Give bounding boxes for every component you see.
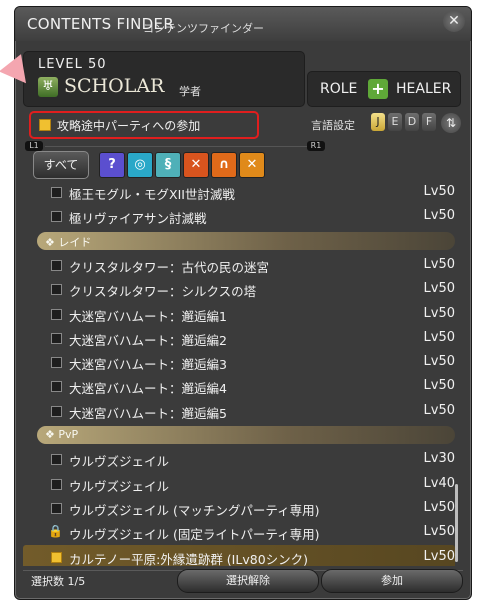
duty-level: Lv50	[423, 524, 455, 539]
filter-divider	[45, 146, 309, 147]
duty-checkbox[interactable]	[51, 284, 62, 295]
category-header: ❖ PvP	[37, 426, 455, 444]
raid-icon[interactable]: ∩	[211, 152, 237, 178]
language-f-button[interactable]: F	[422, 113, 436, 131]
l1-hint-badge: L1	[25, 141, 43, 151]
pvp-icon[interactable]: ✕	[239, 152, 265, 178]
scholar-job-icon: ♅	[38, 77, 58, 97]
category-header-label: ❖ レイド	[45, 236, 92, 249]
guildhest-icon[interactable]: §	[155, 152, 181, 178]
duty-checkbox[interactable]	[51, 309, 62, 320]
duty-level: Lv50	[423, 378, 455, 393]
duty-level: Lv30	[423, 451, 455, 466]
duty-checkbox[interactable]	[51, 406, 62, 417]
selection-count: 選択数 1/5	[31, 575, 86, 588]
job-panel: LEVEL 50 ♅ SCHOLAR 学者	[23, 51, 305, 107]
language-d-button[interactable]: D	[405, 113, 419, 131]
join-in-progress-option[interactable]: 攻略途中パーティへの参加	[29, 111, 259, 139]
duty-row[interactable]: 大迷宮バハムート：邂逅編4 Lv50	[23, 374, 455, 398]
roulette-icon[interactable]: ?	[99, 152, 125, 178]
duty-level: Lv50	[423, 281, 455, 296]
lock-icon: 🔒	[48, 524, 63, 538]
duty-level: Lv50	[423, 257, 455, 272]
join-in-progress-checkbox[interactable]	[39, 119, 51, 131]
job-name-jp: 学者	[179, 85, 201, 98]
language-e-button[interactable]: E	[388, 113, 402, 131]
duty-level: Lv50	[423, 354, 455, 369]
duty-level: Lv50	[423, 500, 455, 515]
duty-checkbox[interactable]	[51, 503, 62, 514]
duty-name: ウルヴズジェイル (固定ライトパーティ専用)	[69, 527, 320, 542]
duty-row[interactable]: クリスタルタワー：古代の民の迷宮 Lv50	[23, 253, 455, 277]
duty-name: 極王モグル・モグXII世討滅戦	[69, 187, 235, 202]
duty-checkbox[interactable]	[51, 479, 62, 490]
duty-row[interactable]: ウルヴズジェイル Lv30	[23, 447, 455, 471]
close-icon[interactable]: ✕	[443, 10, 465, 32]
duty-row[interactable]: ウルヴズジェイル Lv40	[23, 472, 455, 496]
category-header: ❖ レイド	[37, 232, 455, 250]
sort-icon[interactable]: ⇅	[441, 113, 461, 133]
duty-level: Lv50	[423, 549, 455, 564]
duty-list: 極王モグル・モグXII世討滅戦 Lv50 極リヴァイアサン討滅戦 Lv50 ❖ レイドク…	[23, 180, 463, 566]
duty-name: 大迷宮バハムート：邂逅編4	[69, 381, 227, 396]
duty-checkbox[interactable]	[51, 211, 62, 222]
dungeon-icon[interactable]: ◎	[127, 152, 153, 178]
window-subtitle: コンテンツファインダー	[143, 22, 264, 35]
duty-checkbox[interactable]	[51, 187, 62, 198]
duty-level: Lv50	[423, 306, 455, 321]
duty-checkbox[interactable]	[51, 357, 62, 368]
duty-name: ウルヴズジェイル	[69, 454, 170, 469]
job-name: SCHOLAR	[64, 75, 165, 97]
duty-level: Lv50	[423, 208, 455, 223]
duty-name: 大迷宮バハムート：邂逅編2	[69, 333, 227, 348]
role-name: HEALER	[396, 81, 452, 97]
duty-row[interactable]: 極王モグル・モグXII世討滅戦 Lv50	[23, 180, 455, 204]
duty-name: ウルヴズジェイル (マッチングパーティ専用)	[69, 503, 320, 518]
duty-row[interactable]: ウルヴズジェイル (マッチングパーティ専用) Lv50	[23, 496, 455, 520]
duty-row[interactable]: 大迷宮バハムート：邂逅編5 Lv50	[23, 399, 455, 423]
duty-level: Lv50	[423, 403, 455, 418]
duty-row[interactable]: 大迷宮バハムート：邂逅編3 Lv50	[23, 350, 455, 374]
list-scrollbar[interactable]	[455, 484, 458, 562]
r1-hint-badge: R1	[307, 141, 325, 151]
clear-selection-button[interactable]: 選択解除	[177, 569, 319, 593]
role-panel: ROLE + HEALER	[307, 71, 461, 107]
join-button[interactable]: 参加	[321, 569, 463, 593]
duty-row[interactable]: クリスタルタワー：シルクスの塔 Lv50	[23, 277, 455, 301]
language-j-button[interactable]: J	[371, 113, 385, 131]
duty-checkbox[interactable]	[51, 381, 62, 392]
duty-name: 大迷宮バハムート：邂逅編5	[69, 406, 227, 421]
duty-checkbox[interactable]	[51, 552, 62, 563]
duty-name: クリスタルタワー：シルクスの塔	[69, 284, 257, 299]
duty-level: Lv40	[423, 476, 455, 491]
duty-level: Lv50	[423, 184, 455, 199]
duty-name: ウルヴズジェイル	[69, 479, 170, 494]
title-bar[interactable]: CONTENTS FINDER コンテンツファインダー ✕	[15, 7, 471, 41]
duty-row[interactable]: カルテノー平原:外縁遺跡群 (ILv80シンク) Lv50	[23, 545, 455, 566]
language-settings-label: 言語設定	[311, 119, 355, 132]
duty-row[interactable]: 大迷宮バハムート：邂逅編1 Lv50	[23, 302, 455, 326]
duty-name: クリスタルタワー：古代の民の迷宮	[69, 260, 270, 275]
healer-role-icon: +	[368, 79, 388, 99]
filter-all-button[interactable]: すべて	[33, 151, 89, 179]
duty-row[interactable]: 🔒 ウルヴズジェイル (固定ライトパーティ専用) Lv50	[23, 520, 455, 544]
duty-level: Lv50	[423, 330, 455, 345]
duty-checkbox[interactable]	[51, 454, 62, 465]
contents-finder-window: CONTENTS FINDER コンテンツファインダー ✕ LEVEL 50 ♅…	[14, 6, 472, 600]
trial-icon[interactable]: ✕	[183, 152, 209, 178]
duty-name: 大迷宮バハムート：邂逅編1	[69, 309, 227, 324]
join-in-progress-label: 攻略途中パーティへの参加	[57, 119, 201, 133]
duty-row[interactable]: 極リヴァイアサン討滅戦 Lv50	[23, 204, 455, 228]
duty-name: 大迷宮バハムート：邂逅編3	[69, 357, 227, 372]
duty-name: カルテノー平原:外縁遺跡群 (ILv80シンク)	[69, 552, 309, 566]
duty-name: 極リヴァイアサン討滅戦	[69, 211, 207, 226]
level-label: LEVEL 50	[38, 57, 107, 72]
duty-checkbox[interactable]	[51, 260, 62, 271]
duty-row[interactable]: 大迷宮バハムート：邂逅編2 Lv50	[23, 326, 455, 350]
role-label: ROLE	[320, 81, 358, 97]
category-header-label: ❖ PvP	[45, 428, 79, 441]
duty-checkbox[interactable]	[51, 333, 62, 344]
